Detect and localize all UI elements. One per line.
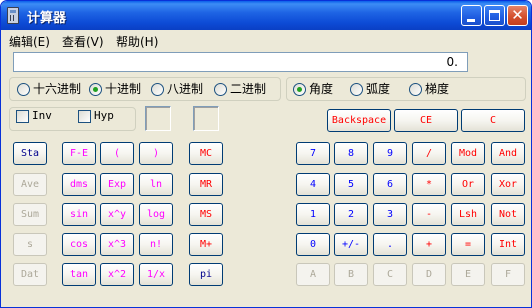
radio-grads-dot <box>409 83 422 96</box>
minimize-icon <box>467 19 475 22</box>
radio-hex-dot <box>17 83 30 96</box>
pad-button[interactable]: 7 <box>296 142 330 165</box>
pad-button[interactable]: 2 <box>334 203 368 226</box>
stat-button-s[interactable]: s <box>13 233 47 256</box>
pad-button[interactable]: B <box>334 263 368 286</box>
pad-button[interactable]: 8 <box>334 142 368 165</box>
pad-button[interactable]: 0 <box>296 233 330 256</box>
pad-button[interactable]: = <box>451 233 485 256</box>
pad-button[interactable]: Not <box>491 203 525 226</box>
memory-button-mc[interactable]: MC <box>189 142 223 165</box>
pad-button[interactable]: Lsh <box>451 203 485 226</box>
pad-button[interactable]: Mod <box>451 142 485 165</box>
pad-button[interactable]: C <box>373 263 407 286</box>
pad-button[interactable]: + <box>412 233 446 256</box>
inv-label: Inv <box>32 109 52 122</box>
function-button[interactable]: sin <box>62 203 96 226</box>
pad-button[interactable]: A <box>296 263 330 286</box>
function-button[interactable]: ( <box>100 142 134 165</box>
pad-button[interactable]: D <box>412 263 446 286</box>
function-button[interactable]: x^y <box>100 203 134 226</box>
function-button[interactable]: x^3 <box>100 233 134 256</box>
close-icon: ✕ <box>511 6 524 24</box>
function-button[interactable]: cos <box>62 233 96 256</box>
radio-radians-dot <box>350 83 363 96</box>
pad-button[interactable]: 6 <box>373 173 407 196</box>
radio-bin-label: 二进制 <box>230 82 267 96</box>
parenthesis-indicator <box>145 106 171 131</box>
pad-button[interactable]: / <box>412 142 446 165</box>
radio-degrees-label: 角度 <box>309 82 334 96</box>
title-bar[interactable]: 计算器 ✕ <box>1 1 531 30</box>
pad-button[interactable]: 3 <box>373 203 407 226</box>
menu-view[interactable]: 查看(V) <box>62 33 104 50</box>
minimize-button[interactable] <box>461 5 482 26</box>
function-button[interactable]: log <box>139 203 173 226</box>
pad-button[interactable]: 4 <box>296 173 330 196</box>
hyp-checkbox[interactable] <box>78 110 91 123</box>
function-button[interactable]: ) <box>139 142 173 165</box>
maximize-button[interactable] <box>484 5 505 26</box>
function-button[interactable]: tan <box>62 263 96 286</box>
stat-button-ave[interactable]: Ave <box>13 173 47 196</box>
close-button[interactable]: ✕ <box>507 5 528 26</box>
pad-button[interactable]: * <box>412 173 446 196</box>
inv-hyp-group: Inv Hyp <box>9 107 136 131</box>
angle-unit-group: 角度 弧度 梯度 <box>286 77 526 101</box>
menu-help[interactable]: 帮助(H) <box>116 33 158 50</box>
inv-checkbox[interactable] <box>16 110 29 123</box>
pad-button[interactable]: +/- <box>334 233 368 256</box>
maximize-icon <box>489 10 500 21</box>
pad-button[interactable]: And <box>491 142 525 165</box>
pad-button[interactable]: 9 <box>373 142 407 165</box>
memory-button-pi[interactable]: pi <box>189 263 223 286</box>
menu-bar: 编辑(E) 查看(V) 帮助(H) <box>1 30 531 49</box>
pad-button[interactable]: . <box>373 233 407 256</box>
pad-button[interactable]: - <box>412 203 446 226</box>
function-button[interactable]: dms <box>62 173 96 196</box>
clear-entry-button[interactable]: CE <box>394 109 458 132</box>
calculator-icon <box>7 7 19 24</box>
radio-grads-label: 梯度 <box>425 82 450 96</box>
radio-dec-dot <box>89 83 102 96</box>
pad-button[interactable]: 1 <box>296 203 330 226</box>
memory-button-m+[interactable]: M+ <box>189 233 223 256</box>
function-button[interactable]: x^2 <box>100 263 134 286</box>
function-button[interactable]: ln <box>139 173 173 196</box>
radio-dec-label: 十进制 <box>105 82 142 96</box>
radio-oct-label: 八进制 <box>167 82 204 96</box>
pad-button[interactable]: 5 <box>334 173 368 196</box>
radio-degrees-dot <box>293 83 306 96</box>
memory-indicator <box>193 106 219 131</box>
window-title: 计算器 <box>27 11 67 26</box>
calculator-window: 计算器 ✕ 编辑(E) 查看(V) 帮助(H) 0. 十六进制 十进制 八进制 <box>0 0 532 308</box>
pad-button[interactable]: Or <box>451 173 485 196</box>
memory-button-mr[interactable]: MR <box>189 173 223 196</box>
radio-hex-label: 十六进制 <box>33 82 82 96</box>
pad-button[interactable]: Int <box>491 233 525 256</box>
radio-bin-dot <box>214 83 227 96</box>
stat-button-sta[interactable]: Sta <box>13 142 47 165</box>
hyp-label: Hyp <box>94 109 114 122</box>
radio-oct-dot <box>151 83 164 96</box>
function-button[interactable]: n! <box>139 233 173 256</box>
function-button[interactable]: Exp <box>100 173 134 196</box>
result-display[interactable]: 0. <box>13 52 468 72</box>
function-button[interactable]: F-E <box>62 142 96 165</box>
stat-button-dat[interactable]: Dat <box>13 263 47 286</box>
clear-button[interactable]: C <box>461 109 525 132</box>
function-button[interactable]: 1/x <box>139 263 173 286</box>
pad-button[interactable]: F <box>491 263 525 286</box>
backspace-button[interactable]: Backspace <box>327 109 391 132</box>
radio-radians-label: 弧度 <box>366 82 391 96</box>
memory-button-ms[interactable]: MS <box>189 203 223 226</box>
menu-edit[interactable]: 编辑(E) <box>9 33 50 50</box>
pad-button[interactable]: Xor <box>491 173 525 196</box>
pad-button[interactable]: E <box>451 263 485 286</box>
stat-button-sum[interactable]: Sum <box>13 203 47 226</box>
number-base-group: 十六进制 十进制 八进制 二进制 <box>9 77 281 101</box>
